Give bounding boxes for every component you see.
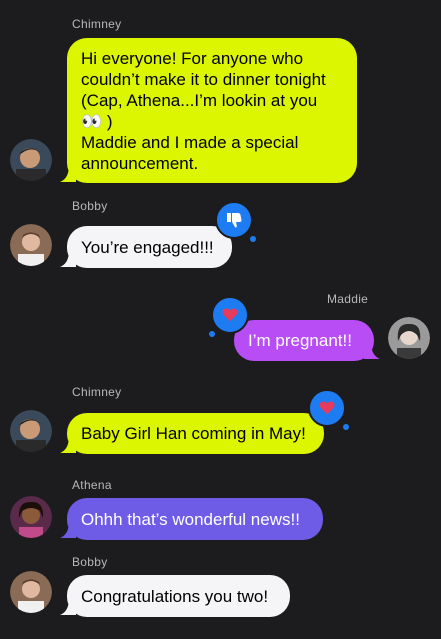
sender-name: Chimney [72, 385, 122, 399]
tapback-tail [343, 424, 349, 430]
message-text: Baby Girl Han coming in May! [81, 424, 306, 443]
avatar-chimney[interactable] [10, 410, 52, 452]
message-bubble[interactable]: You’re engaged!!! [67, 226, 232, 268]
message-text: Hi everyone! For anyone who couldn’t mak… [81, 49, 326, 173]
message-bubble[interactable]: I’m pregnant!! [234, 320, 374, 361]
message-text: Ohhh that’s wonderful news!! [81, 510, 300, 529]
tapback-reaction[interactable] [308, 389, 346, 427]
thumbs-down-icon [227, 213, 242, 228]
sender-name: Chimney [72, 17, 122, 31]
sender-name: Bobby [72, 199, 108, 213]
tapback-reaction[interactable] [211, 296, 249, 334]
heart-icon [319, 401, 335, 415]
avatar-maddie[interactable] [388, 317, 430, 359]
message-bubble[interactable]: Congratulations you two! [67, 575, 290, 617]
sender-name: Maddie [327, 292, 369, 306]
message-text: Congratulations you two! [81, 587, 269, 606]
avatar-athena[interactable] [10, 496, 52, 538]
tapback-tail [209, 331, 215, 337]
tapback-reaction[interactable] [215, 201, 253, 239]
message-bubble[interactable]: Ohhh that’s wonderful news!! [67, 498, 323, 540]
avatar-bobby[interactable] [10, 571, 52, 613]
message-bubble[interactable]: Hi everyone! For anyone who couldn’t mak… [67, 38, 357, 183]
avatar-chimney[interactable] [10, 139, 52, 181]
message-text: You’re engaged!!! [81, 238, 214, 257]
sender-name: Athena [72, 478, 112, 492]
heart-icon [222, 308, 238, 322]
avatar-bobby[interactable] [10, 224, 52, 266]
message-bubble[interactable]: Baby Girl Han coming in May! [67, 413, 324, 454]
sender-name: Bobby [72, 555, 108, 569]
tapback-tail [250, 236, 256, 242]
message-text: I’m pregnant!! [248, 331, 352, 350]
